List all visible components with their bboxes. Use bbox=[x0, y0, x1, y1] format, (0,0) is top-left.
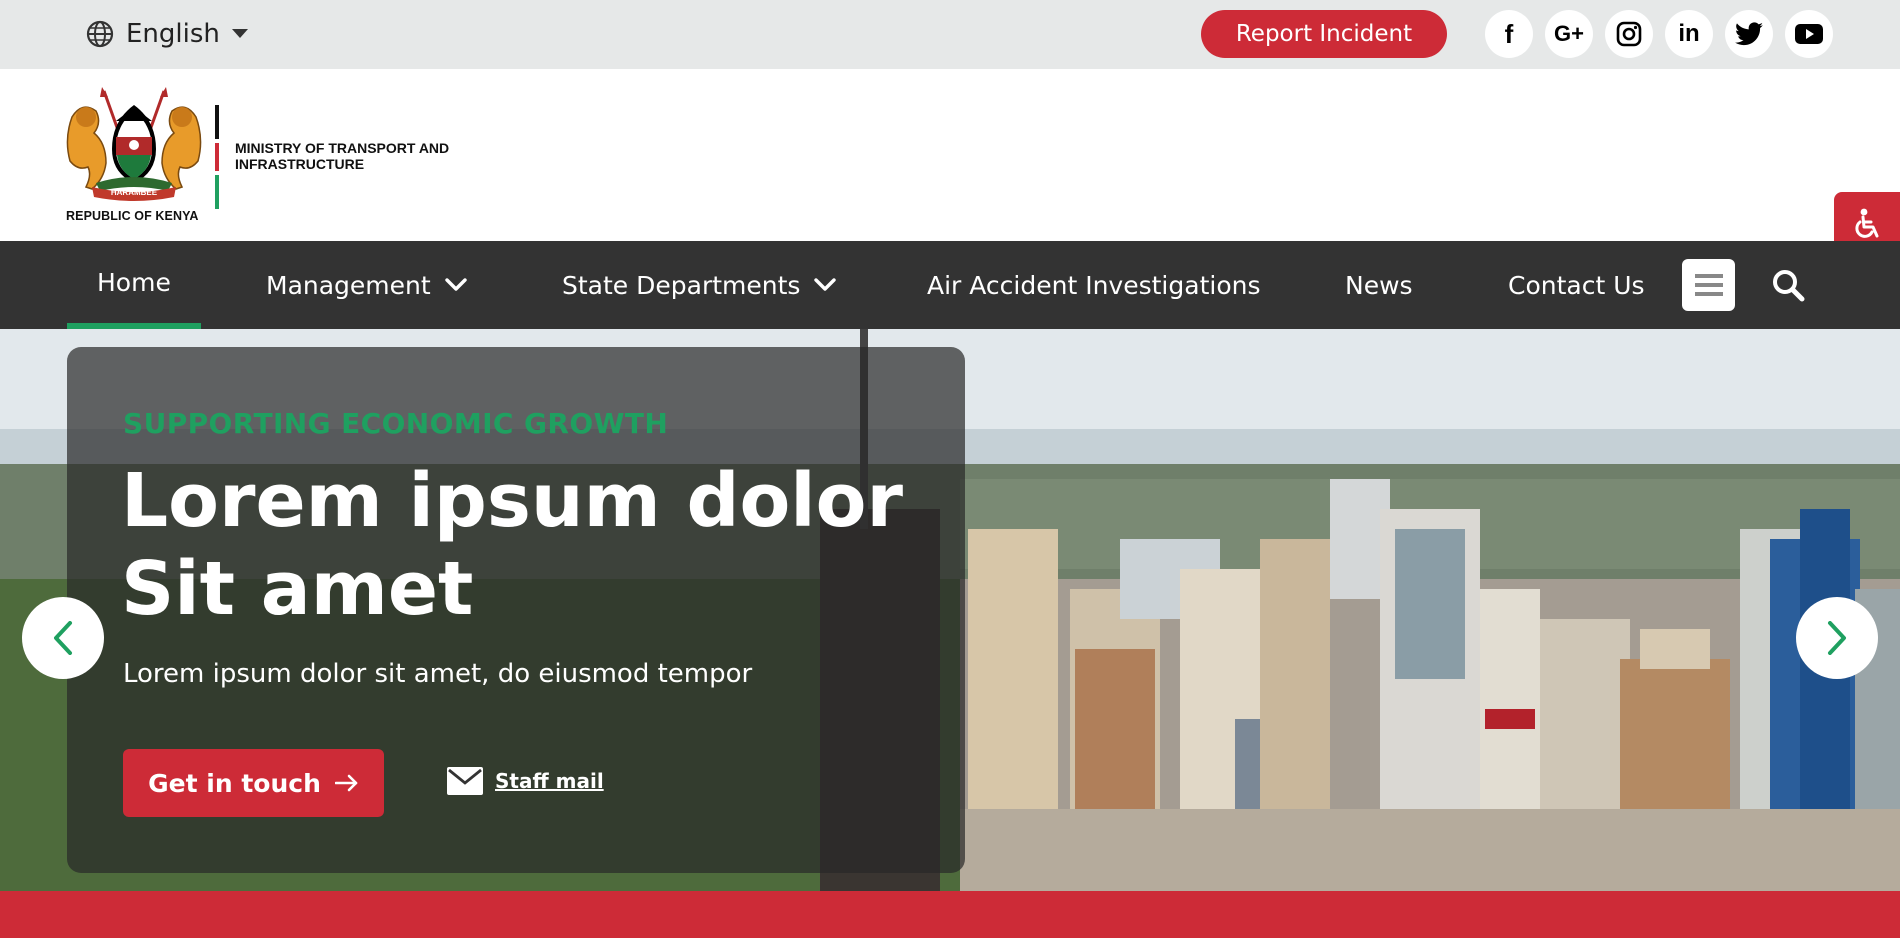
ministry-name: MINISTRY OF TRANSPORT AND INFRASTRUCTURE bbox=[235, 140, 450, 172]
nav-item-news[interactable]: News bbox=[1345, 241, 1413, 329]
globe-icon bbox=[86, 20, 114, 48]
nav-item-state-departments[interactable]: State Departments bbox=[562, 241, 837, 329]
hero-headline: Lorem ipsum dolor Sit amet bbox=[121, 458, 903, 632]
logo-caption: REPUBLIC OF KENYA bbox=[66, 209, 199, 223]
report-incident-button[interactable]: Report Incident bbox=[1201, 10, 1447, 58]
arrow-right-icon bbox=[334, 774, 358, 792]
nav-item-home[interactable]: Home bbox=[67, 241, 201, 329]
flag-divider bbox=[215, 105, 219, 209]
nav-item-contact-us[interactable]: Contact Us bbox=[1508, 241, 1645, 329]
envelope-icon bbox=[447, 767, 483, 795]
slider-next-button[interactable] bbox=[1796, 597, 1878, 679]
hero-card: SUPPORTING ECONOMIC GROWTH Lorem ipsum d… bbox=[67, 347, 965, 873]
chevron-down-icon bbox=[814, 278, 837, 291]
top-bar: English Report Incident f G+ in bbox=[0, 0, 1900, 69]
coat-of-arms-logo[interactable]: HARAMBEE bbox=[66, 87, 202, 203]
main-navigation: Home Management State Departments Air Ac… bbox=[0, 241, 1900, 329]
google-plus-icon[interactable]: G+ bbox=[1545, 10, 1593, 58]
facebook-icon[interactable]: f bbox=[1485, 10, 1533, 58]
slider-prev-button[interactable] bbox=[22, 597, 104, 679]
instagram-icon[interactable] bbox=[1605, 10, 1653, 58]
chevron-down-icon bbox=[444, 278, 467, 291]
svg-text:HARAMBEE: HARAMBEE bbox=[111, 188, 158, 197]
chevron-left-icon bbox=[54, 621, 72, 655]
youtube-icon[interactable] bbox=[1785, 10, 1833, 58]
search-button[interactable] bbox=[1768, 265, 1808, 305]
hero-eyebrow: SUPPORTING ECONOMIC GROWTH bbox=[123, 407, 669, 440]
staff-mail-link[interactable]: Staff mail bbox=[447, 767, 604, 795]
linkedin-icon[interactable]: in bbox=[1665, 10, 1713, 58]
wheelchair-icon bbox=[1855, 208, 1879, 238]
site-header: HARAMBEE REPUBLIC OF KENYA MINISTRY OF T… bbox=[0, 69, 1900, 255]
language-selector[interactable]: English bbox=[86, 16, 248, 52]
caret-down-icon bbox=[231, 29, 248, 38]
twitter-icon[interactable] bbox=[1725, 10, 1773, 58]
nav-item-air-accident-investigations[interactable]: Air Accident Investigations bbox=[927, 241, 1260, 329]
menu-button[interactable] bbox=[1682, 259, 1735, 311]
nav-item-management[interactable]: Management bbox=[266, 241, 467, 329]
hero-subtext: Lorem ipsum dolor sit amet, do eiusmod t… bbox=[123, 659, 753, 689]
chevron-right-icon bbox=[1828, 621, 1846, 655]
hero-slider: SUPPORTING ECONOMIC GROWTH Lorem ipsum d… bbox=[0, 329, 1900, 891]
hamburger-icon bbox=[1694, 274, 1723, 296]
get-in-touch-button[interactable]: Get in touch bbox=[123, 749, 384, 817]
search-icon bbox=[1773, 270, 1805, 302]
language-label: English bbox=[126, 19, 220, 49]
section-band bbox=[0, 891, 1900, 938]
